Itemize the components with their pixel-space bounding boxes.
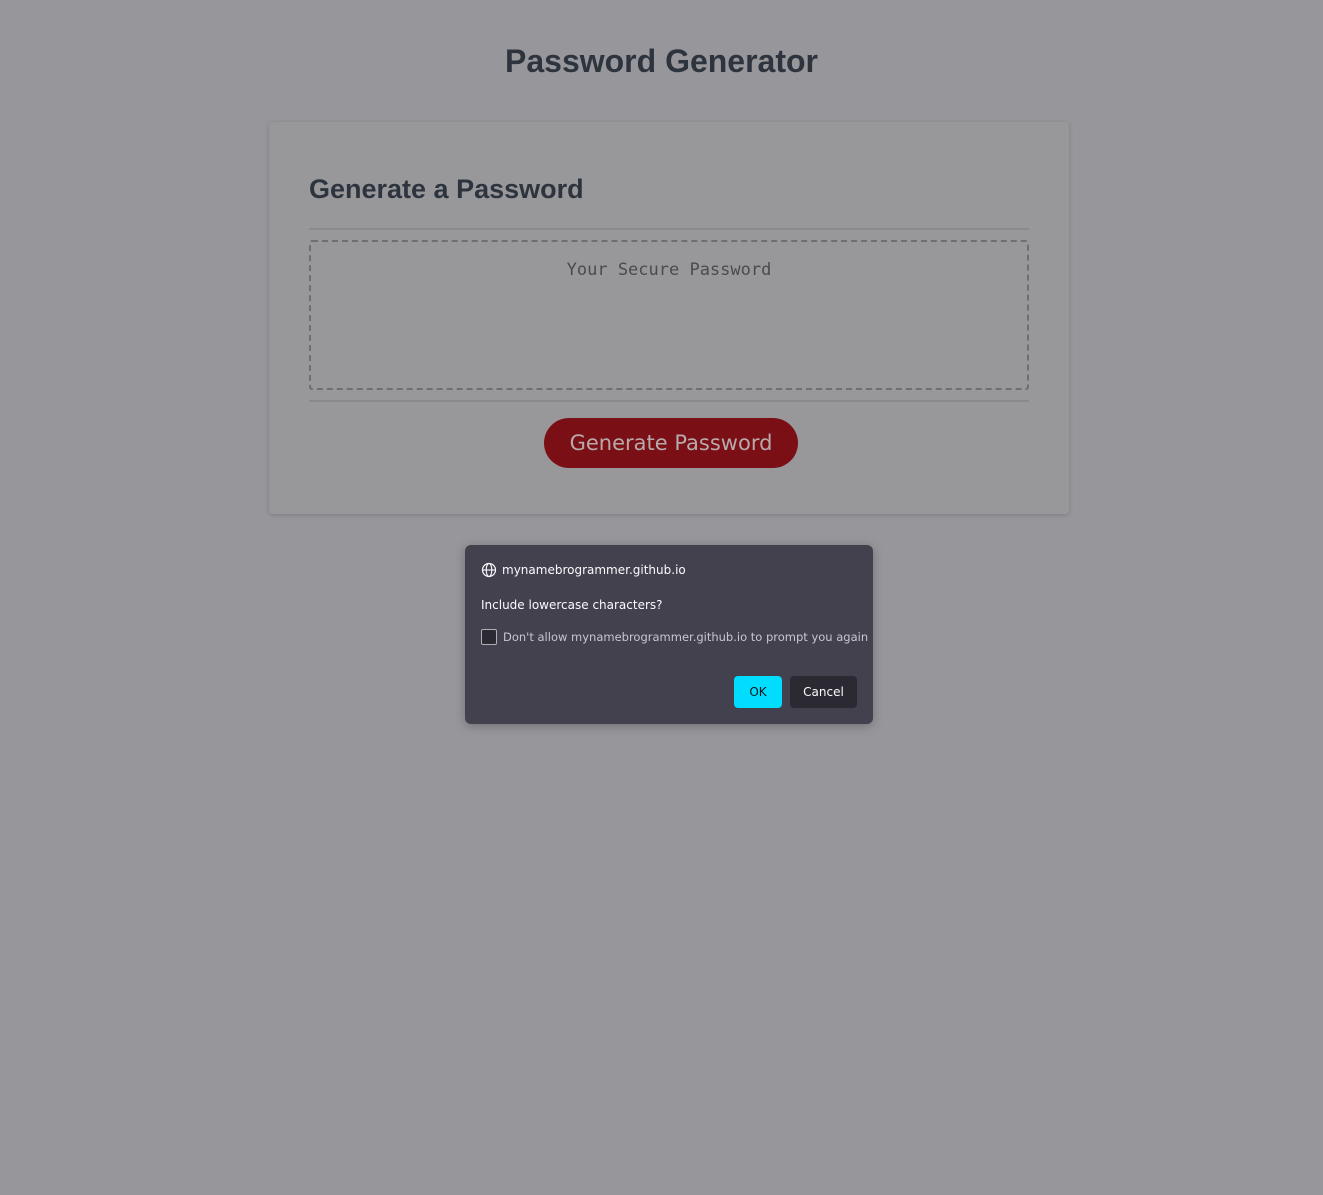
card-divider-top [309, 228, 1029, 230]
card-header: Generate a Password [309, 174, 584, 204]
dont-allow-prompt-checkbox[interactable] [481, 629, 497, 645]
ok-button[interactable]: OK [734, 676, 782, 708]
prompt-dialog: mynamebrogrammer.github.io Include lower… [465, 545, 873, 724]
globe-icon [481, 562, 497, 578]
dont-allow-prompt-label[interactable]: Don't allow mynamebrogrammer.github.io t… [503, 630, 868, 644]
password-card: Generate a Password Generate Password [269, 122, 1069, 514]
cancel-button[interactable]: Cancel [790, 676, 857, 708]
dont-allow-prompt-row[interactable]: Don't allow mynamebrogrammer.github.io t… [481, 629, 868, 645]
dialog-message: Include lowercase characters? [481, 598, 663, 612]
page-title: Password Generator [505, 43, 818, 79]
card-divider-bottom [309, 400, 1029, 402]
password-output[interactable] [309, 240, 1029, 390]
dialog-origin: mynamebrogrammer.github.io [481, 562, 686, 578]
generate-password-button[interactable]: Generate Password [544, 418, 798, 468]
dialog-origin-label: mynamebrogrammer.github.io [502, 563, 686, 577]
